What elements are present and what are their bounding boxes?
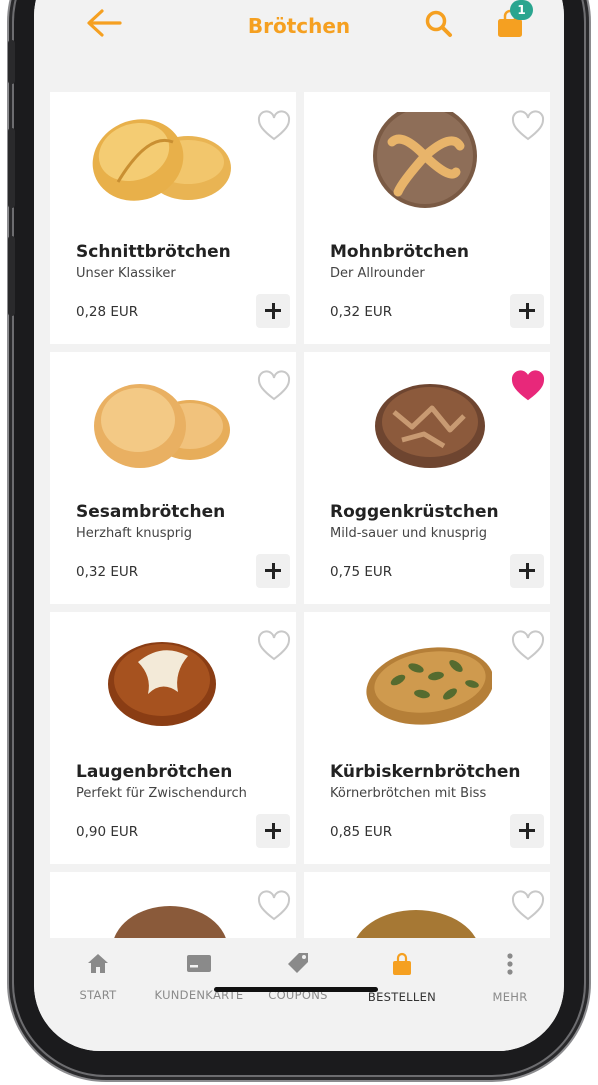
product-card[interactable] xyxy=(304,872,550,938)
product-price: 0,75 EUR xyxy=(330,564,393,580)
add-to-cart-button[interactable] xyxy=(256,294,290,328)
card-icon xyxy=(187,955,211,972)
product-image-partial xyxy=(114,906,226,938)
add-to-cart-button[interactable] xyxy=(256,814,290,848)
product-name: Laugenbrötchen xyxy=(76,762,233,782)
product-name: Roggenkrüstchen xyxy=(330,502,499,522)
product-image-laugenbroetchen xyxy=(108,642,216,726)
product-description: Unser Klassiker xyxy=(76,266,176,281)
product-description: Der Allrounder xyxy=(330,266,425,281)
favorite-heart-icon[interactable] xyxy=(510,630,546,662)
product-image-sesambroetchen xyxy=(94,384,230,468)
tab-label: MEHR xyxy=(492,990,528,1004)
bag-icon xyxy=(393,952,411,975)
product-name: Sesambrötchen xyxy=(76,502,226,522)
product-price: 0,32 EUR xyxy=(330,304,393,320)
product-name: Schnittbrötchen xyxy=(76,242,231,262)
favorite-heart-icon[interactable] xyxy=(256,110,292,142)
product-description: Körnerbrötchen mit Biss xyxy=(330,786,487,801)
product-card[interactable]: Sesambrötchen Herzhaft knusprig 0,32 EUR xyxy=(50,352,296,604)
product-price: 0,85 EUR xyxy=(330,824,393,840)
product-card[interactable]: Kürbiskernbrötchen Körnerbrötchen mit Bi… xyxy=(304,612,550,864)
product-name: Kürbiskernbrötchen xyxy=(330,762,521,782)
product-image-kuerbiskernbroetchen xyxy=(366,647,492,725)
favorite-heart-icon[interactable] xyxy=(256,890,292,922)
product-name: Mohnbrötchen xyxy=(330,242,469,262)
app-screen: Brötchen 1 Schnittbrötchen Unser Klassik… xyxy=(34,0,564,1051)
product-card[interactable]: Roggenkrüstchen Mild-sauer und knusprig … xyxy=(304,352,550,604)
favorite-heart-icon[interactable] xyxy=(510,890,546,922)
tab-mehr[interactable]: MEHR xyxy=(460,952,560,1012)
add-to-cart-button[interactable] xyxy=(510,814,544,848)
product-card[interactable]: Mohnbrötchen Der Allrounder 0,32 EUR xyxy=(304,92,550,344)
product-description: Perfekt für Zwischendurch xyxy=(76,786,247,801)
add-to-cart-button[interactable] xyxy=(256,554,290,588)
favorite-heart-icon[interactable] xyxy=(510,110,546,142)
add-to-cart-button[interactable] xyxy=(510,554,544,588)
favorite-heart-icon[interactable] xyxy=(256,630,292,662)
tab-kundenkarte[interactable]: KUNDENKARTE xyxy=(149,952,249,1012)
product-image-schnittbroetchen xyxy=(92,119,231,201)
home-icon xyxy=(88,954,108,973)
product-price: 0,28 EUR xyxy=(76,304,139,320)
phone-side-button xyxy=(8,128,15,208)
tag-icon xyxy=(288,953,308,973)
favorite-heart-icon[interactable] xyxy=(510,370,546,402)
product-card[interactable] xyxy=(50,872,296,938)
tab-bestellen[interactable]: BESTELLEN xyxy=(352,952,452,1012)
bottom-tab-bar: START KUNDENKARTE COUPONS BESTELLEN MEHR xyxy=(34,938,564,1051)
home-indicator xyxy=(214,987,378,992)
tab-label: BESTELLEN xyxy=(367,990,437,1004)
phone-side-button xyxy=(8,40,15,84)
product-image-mohnbroetchen xyxy=(373,112,477,208)
phone-side-button xyxy=(8,236,15,316)
product-price: 0,32 EUR xyxy=(76,564,139,580)
tab-label: START xyxy=(79,988,117,1002)
product-card[interactable]: Laugenbrötchen Perfekt für Zwischendurch… xyxy=(50,612,296,864)
more-icon xyxy=(507,953,513,975)
product-image-roggenkruestchen xyxy=(375,384,485,468)
product-description: Mild-sauer und knusprig xyxy=(330,526,487,541)
add-to-cart-button[interactable] xyxy=(510,294,544,328)
search-icon[interactable] xyxy=(423,8,455,40)
product-card[interactable]: Schnittbrötchen Unser Klassiker 0,28 EUR xyxy=(50,92,296,344)
product-description: Herzhaft knusprig xyxy=(76,526,192,541)
app-header: Brötchen 1 xyxy=(34,0,564,40)
tab-coupons[interactable]: COUPONS xyxy=(248,952,348,1012)
product-image-partial xyxy=(356,910,476,938)
cart-count-badge: 1 xyxy=(510,0,533,20)
tab-start[interactable]: START xyxy=(48,952,148,1012)
product-price: 0,90 EUR xyxy=(76,824,139,840)
favorite-heart-icon[interactable] xyxy=(256,370,292,402)
page-title: Brötchen xyxy=(247,14,351,38)
